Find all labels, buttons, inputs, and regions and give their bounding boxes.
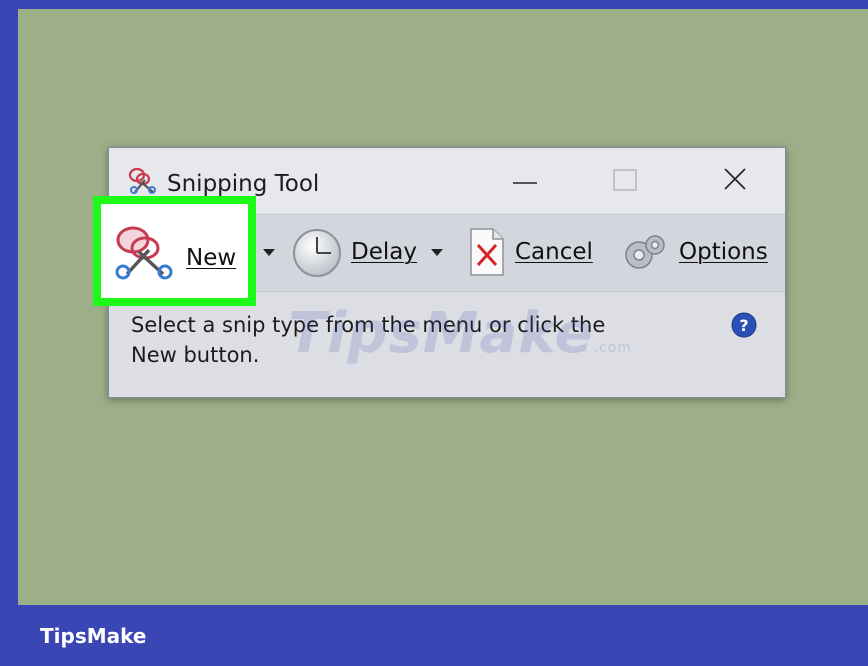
maximize-icon[interactable] [603,162,647,198]
window-title: Snipping Tool [167,171,320,197]
new-button-highlight: New [93,196,256,306]
gear-icon [625,235,665,269]
options-label: Options [679,239,768,265]
delay-dropdown-arrow-icon[interactable] [431,249,443,256]
cancel-button[interactable]: Cancel [469,213,604,293]
help-icon[interactable]: ? [731,312,757,338]
scissors-icon [115,226,173,280]
status-message: Select a snip type from the menu or clic… [131,310,691,370]
svg-text:?: ? [739,316,748,335]
cancel-label: Cancel [515,239,593,265]
footer-brand: TipsMake [40,624,147,648]
minimize-icon[interactable] [503,162,547,198]
close-icon[interactable] [713,162,757,198]
delay-label: Delay [351,239,417,265]
scissors-icon [128,167,156,194]
delay-button[interactable]: Delay [289,213,454,293]
footer-bar: TipsMake [0,605,868,666]
clock-icon [293,229,341,277]
status-line-1: Select a snip type from the menu or clic… [131,313,606,337]
cancel-icon [470,228,504,276]
options-button[interactable]: Options [619,213,784,293]
new-dropdown-arrow-icon[interactable] [263,249,275,256]
new-button[interactable]: New [101,204,248,298]
status-line-2: New button. [131,343,260,367]
new-label: New [186,245,237,271]
